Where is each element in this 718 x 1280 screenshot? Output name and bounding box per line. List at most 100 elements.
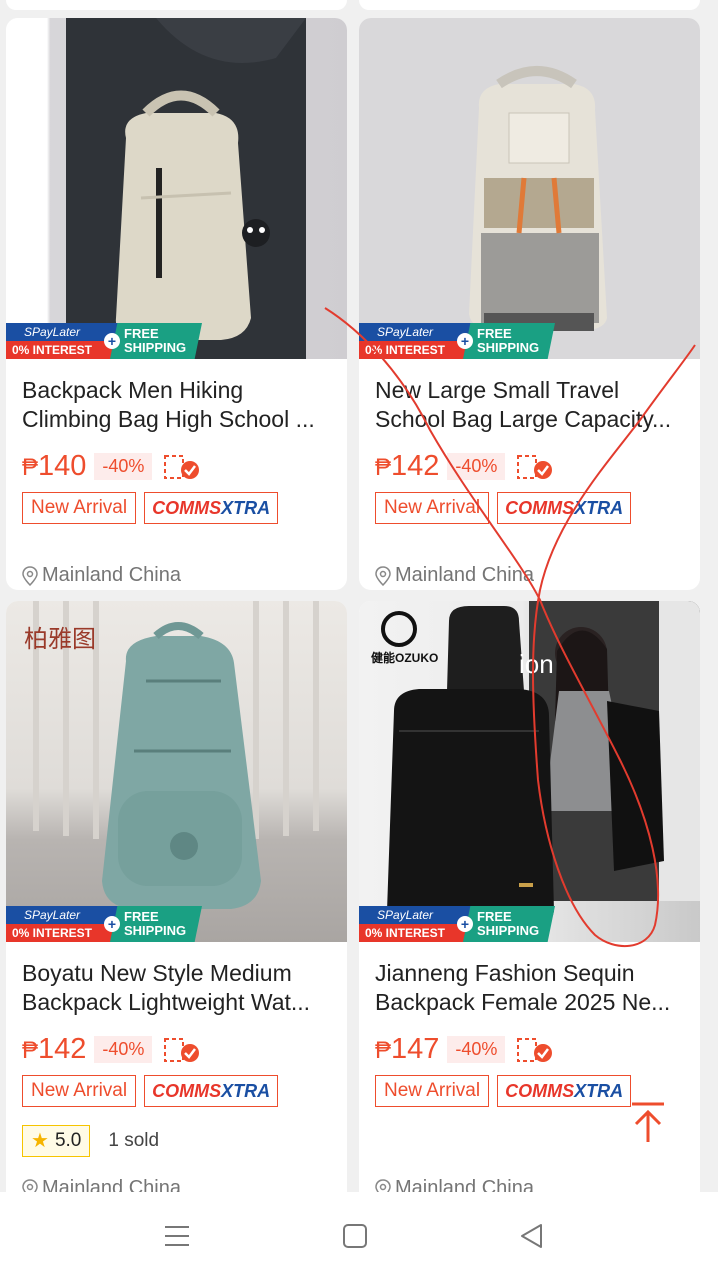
product-title[interactable]: New Large Small Travel School Bag Large … (375, 376, 685, 434)
coins-check-icon (164, 454, 200, 480)
discount-badge: -40% (94, 453, 153, 480)
location-text: Mainland China (42, 1177, 181, 1192)
discount-badge: -40% (94, 1036, 153, 1063)
spaylater-label: SPayLater (6, 906, 118, 924)
price: ₱147 (375, 1033, 440, 1065)
title-line-1: Backpack Men Hiking (22, 377, 244, 403)
product-feed: SPayLater 0% INTEREST FREE SHIPPING + Bac… (0, 0, 718, 1192)
brand-logo-text: 健能OZUKO (371, 651, 439, 665)
menu-icon (165, 1226, 189, 1246)
product-card[interactable]: SPayLater 0% INTEREST FREE SHIPPING + New… (359, 18, 700, 590)
square-home-icon (343, 1224, 367, 1248)
discount-badge: -40% (447, 453, 506, 480)
new-arrival-tag: New Arrival (22, 492, 137, 524)
location-pin-icon (375, 1178, 391, 1192)
star-icon: ★ (31, 1130, 49, 1152)
promo-badge: SPayLater 0% INTEREST FREE SHIPPING + (6, 323, 202, 359)
promo-badge: SPayLater 0% INTEREST FREE SHIPPING + (359, 906, 555, 942)
price: ₱140 (22, 450, 87, 482)
location-pin-icon (22, 565, 38, 586)
discount-badge: -40% (447, 1036, 506, 1063)
product-title[interactable]: Boyatu New Style Medium Backpack Lightwe… (22, 959, 332, 1017)
location-text: Mainland China (395, 1177, 534, 1192)
price-row: ₱142 -40% (375, 450, 553, 483)
arrow-up-to-top-icon (632, 1102, 664, 1142)
interest-label: 0% INTEREST (6, 924, 118, 942)
product-image[interactable]: 健能OZUKO ion SPayLater 0% INTEREST FREE SH… (359, 601, 700, 942)
title-line-2: Backpack Lightweight Wat... (22, 989, 311, 1015)
title-line-2: Backpack Female 2025 Ne... (375, 989, 671, 1015)
location-pin-icon (22, 1178, 38, 1192)
free-shipping-label: FREE SHIPPING (110, 906, 202, 942)
price: ₱142 (22, 1033, 87, 1065)
title-line-2: Climbing Bag High School ... (22, 406, 315, 432)
location-text: Mainland China (395, 564, 534, 586)
image-overlay-text: ion (519, 649, 554, 679)
product-card[interactable]: 柏雅图 SPayLater 0% INTEREST FREE SHIPPING +… (6, 601, 347, 1192)
tags-row: New Arrival COMMSXTRA (375, 492, 632, 524)
spaylater-label: SPayLater (359, 323, 471, 341)
brand-logo-text: 柏雅图 (24, 625, 96, 653)
price: ₱142 (375, 450, 440, 482)
price-row: ₱140 -40% (22, 450, 200, 483)
location-pin-icon (375, 565, 391, 586)
free-shipping-label: FREE SHIPPING (463, 906, 555, 942)
spaylater-label: SPayLater (6, 323, 118, 341)
new-arrival-tag: New Arrival (22, 1075, 137, 1107)
coins-check-icon (164, 1037, 200, 1063)
triangle-back-icon (521, 1224, 542, 1248)
coins-check-icon (517, 454, 553, 480)
title-line-2: School Bag Large Capacity... (375, 406, 672, 432)
product-photo-travel-backpack (469, 66, 607, 331)
location: Mainland China (22, 564, 181, 587)
previous-card-edge-right (359, 0, 700, 10)
tags-row: New Arrival COMMSXTRA (22, 1075, 279, 1107)
promo-badge: SPayLater 0% INTEREST FREE SHIPPING + (359, 323, 555, 359)
product-title[interactable]: Jianneng Fashion Sequin Backpack Female … (375, 959, 685, 1017)
spaylater-label: SPayLater (359, 906, 471, 924)
brand-logo-circle (381, 611, 417, 647)
plus-icon: + (104, 333, 120, 349)
commsxtra-tag: COMMSXTRA (144, 1075, 279, 1107)
rating-badge: ★ 5.0 (22, 1125, 91, 1157)
new-arrival-tag: New Arrival (375, 1075, 490, 1107)
interest-label: 0% INTEREST (359, 924, 471, 942)
title-line-1: New Large Small Travel (375, 377, 620, 403)
home-button[interactable] (335, 1216, 375, 1256)
commsxtra-tag: COMMSXTRA (497, 1075, 632, 1107)
commsxtra-tag: COMMSXTRA (497, 492, 632, 524)
price-row: ₱147 -40% (375, 1033, 553, 1066)
product-title[interactable]: Backpack Men Hiking Climbing Bag High Sc… (22, 376, 332, 434)
product-image[interactable]: SPayLater 0% INTEREST FREE SHIPPING + (359, 18, 700, 359)
system-navigation-bar (0, 1192, 718, 1280)
interest-label: 0% INTEREST (359, 341, 471, 359)
recent-apps-button[interactable] (157, 1216, 197, 1256)
plus-icon: + (457, 333, 473, 349)
tags-row: New Arrival COMMSXTRA (22, 492, 279, 524)
plus-icon: + (104, 916, 120, 932)
location: Mainland China (22, 1177, 181, 1192)
title-line-1: Boyatu New Style Medium (22, 960, 292, 986)
location-text: Mainland China (42, 564, 181, 586)
title-line-1: Jianneng Fashion Sequin (375, 960, 635, 986)
previous-card-edge-left (6, 0, 347, 10)
price-row: ₱142 -40% (22, 1033, 200, 1066)
new-arrival-tag: New Arrival (375, 492, 490, 524)
rating-row: ★ 5.0 1 sold (22, 1125, 159, 1157)
free-shipping-label: FREE SHIPPING (110, 323, 202, 359)
tags-row: New Arrival COMMSXTRA (375, 1075, 632, 1107)
location: Mainland China (375, 564, 534, 587)
promo-badge: SPayLater 0% INTEREST FREE SHIPPING + (6, 906, 202, 942)
coins-check-icon (517, 1037, 553, 1063)
product-photo-hoodie-backpack (66, 18, 306, 359)
interest-label: 0% INTEREST (6, 341, 118, 359)
back-button[interactable] (512, 1216, 552, 1256)
free-shipping-label: FREE SHIPPING (463, 323, 555, 359)
commsxtra-tag: COMMSXTRA (144, 492, 279, 524)
back-to-top-button[interactable] (628, 1100, 668, 1146)
sold-count: 1 sold (108, 1130, 160, 1151)
product-image[interactable]: 柏雅图 SPayLater 0% INTEREST FREE SHIPPING + (6, 601, 347, 942)
location: Mainland China (375, 1177, 534, 1192)
product-card[interactable]: SPayLater 0% INTEREST FREE SHIPPING + Bac… (6, 18, 347, 590)
product-image[interactable]: SPayLater 0% INTEREST FREE SHIPPING + (6, 18, 347, 359)
